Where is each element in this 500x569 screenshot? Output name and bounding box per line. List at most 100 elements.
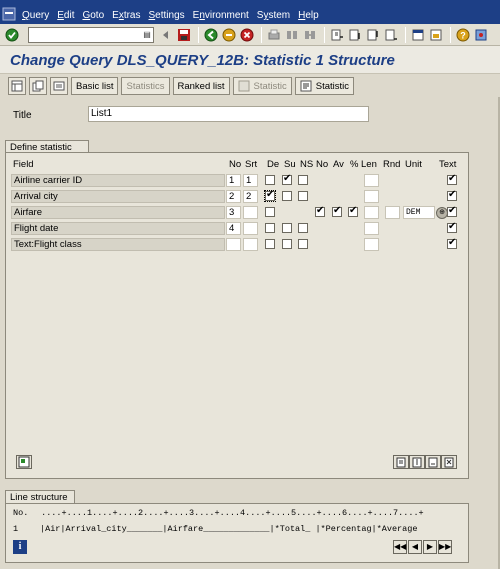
menu-goto[interactable]: Goto bbox=[82, 10, 104, 21]
column-ruler: ....+....1....+....2....+....3....+....4… bbox=[36, 508, 424, 518]
title-input[interactable]: List1 bbox=[88, 106, 369, 122]
field-row-label: Text:Flight class bbox=[11, 238, 225, 251]
line-number: 1 bbox=[13, 524, 19, 534]
statistic-disabled-label: Statistic bbox=[253, 80, 287, 92]
statistic-label: Statistic bbox=[315, 80, 350, 92]
av-checkbox[interactable] bbox=[332, 205, 342, 217]
help-icon[interactable]: ? bbox=[455, 27, 471, 43]
statistic-button[interactable]: Statistic bbox=[294, 77, 355, 95]
delete-row-button[interactable] bbox=[441, 455, 457, 469]
len-input[interactable] bbox=[364, 222, 379, 235]
text-checkbox[interactable] bbox=[447, 221, 457, 233]
text-checkbox[interactable] bbox=[447, 189, 457, 201]
scroll-first-button[interactable]: ◀◀ bbox=[393, 540, 407, 554]
text-checkbox[interactable] bbox=[447, 237, 457, 249]
info-icon[interactable]: i bbox=[13, 540, 27, 554]
select-fields-button[interactable] bbox=[16, 455, 32, 469]
move-up-button[interactable] bbox=[409, 455, 425, 469]
no-input[interactable]: 2 bbox=[226, 190, 241, 203]
menu-edit[interactable]: Edit bbox=[57, 10, 74, 21]
previous-page-icon[interactable] bbox=[347, 27, 363, 43]
statistics-button[interactable]: Statistics bbox=[121, 77, 170, 95]
ns-checkbox[interactable] bbox=[298, 175, 308, 185]
move-down-button[interactable] bbox=[425, 455, 441, 469]
exit-icon[interactable] bbox=[221, 27, 237, 43]
first-page-icon[interactable] bbox=[329, 27, 345, 43]
de-checkbox[interactable] bbox=[265, 175, 275, 185]
field-selection-icon[interactable] bbox=[50, 77, 68, 95]
ns-checkbox[interactable] bbox=[298, 191, 308, 201]
de-checkbox[interactable] bbox=[264, 189, 276, 202]
scroll-left-button[interactable]: ◀ bbox=[408, 540, 422, 554]
srt-input[interactable]: 2 bbox=[243, 190, 258, 203]
menu-environment[interactable]: Environment bbox=[193, 10, 249, 21]
no-checkbox[interactable] bbox=[315, 205, 325, 217]
cancel-icon[interactable] bbox=[239, 27, 255, 43]
back-icon[interactable] bbox=[203, 27, 219, 43]
menu-settings[interactable]: Settings bbox=[149, 10, 185, 21]
application-toolbar: Basic list Statistics Ranked list Statis… bbox=[0, 75, 500, 97]
su-checkbox[interactable] bbox=[282, 239, 292, 249]
ruler-label: No. bbox=[13, 508, 29, 518]
no-input[interactable] bbox=[226, 238, 241, 251]
header-field: Field bbox=[13, 159, 34, 170]
command-field[interactable]: ▤ bbox=[28, 26, 154, 43]
delete-row-icon bbox=[444, 457, 454, 468]
ranked-list-button[interactable]: Ranked list bbox=[172, 77, 230, 95]
ns-checkbox[interactable] bbox=[298, 239, 308, 249]
menu-system[interactable]: System bbox=[257, 10, 290, 21]
menu-help[interactable]: Help bbox=[298, 10, 319, 21]
su-checkbox[interactable] bbox=[282, 173, 292, 185]
field-row-label: Airfare bbox=[11, 206, 225, 219]
layout-icon[interactable] bbox=[8, 77, 26, 95]
next-page-icon[interactable] bbox=[365, 27, 381, 43]
no-input[interactable]: 4 bbox=[226, 222, 241, 235]
shortcut-icon[interactable] bbox=[428, 27, 444, 43]
de-checkbox[interactable] bbox=[265, 223, 275, 233]
basic-list-button[interactable]: Basic list bbox=[71, 77, 119, 95]
enter-icon[interactable] bbox=[4, 27, 20, 43]
ns-checkbox[interactable] bbox=[298, 223, 308, 233]
no-input[interactable]: 3 bbox=[226, 206, 241, 219]
field-row-label: Arrival city bbox=[11, 190, 225, 203]
srt-input[interactable] bbox=[243, 222, 258, 235]
percent-checkbox[interactable] bbox=[348, 205, 358, 217]
su-checkbox[interactable] bbox=[282, 191, 292, 201]
insert-row-button[interactable] bbox=[393, 455, 409, 469]
no-input[interactable]: 1 bbox=[226, 174, 241, 187]
srt-input[interactable] bbox=[243, 206, 258, 219]
move-up-icon bbox=[412, 457, 422, 468]
unit-input[interactable]: DEM bbox=[403, 206, 435, 219]
scroll-last-button[interactable]: ▶▶ bbox=[438, 540, 452, 554]
system-menu-icon[interactable] bbox=[2, 7, 16, 21]
len-input[interactable] bbox=[364, 238, 379, 251]
create-session-icon[interactable] bbox=[410, 27, 426, 43]
command-history-icon[interactable]: ▤ bbox=[142, 29, 152, 41]
back-arrow-icon[interactable] bbox=[158, 27, 174, 43]
scroll-right-button[interactable]: ▶ bbox=[423, 540, 437, 554]
len-input[interactable] bbox=[364, 190, 379, 203]
find-next-icon[interactable] bbox=[302, 27, 318, 43]
menu-extras[interactable]: Extras bbox=[112, 10, 140, 21]
save-icon[interactable] bbox=[176, 27, 192, 43]
srt-input[interactable] bbox=[243, 238, 258, 251]
move-down-icon bbox=[428, 457, 438, 468]
de-checkbox[interactable] bbox=[265, 207, 275, 217]
text-checkbox[interactable] bbox=[447, 205, 457, 217]
su-checkbox[interactable] bbox=[282, 223, 292, 233]
customize-layout-icon[interactable] bbox=[473, 27, 489, 43]
menu-query[interactable]: Query bbox=[22, 10, 49, 21]
len-input[interactable] bbox=[364, 174, 379, 187]
rnd-input[interactable] bbox=[385, 206, 400, 219]
len-input[interactable] bbox=[364, 206, 379, 219]
statistic-disabled-button[interactable]: Statistic bbox=[232, 77, 292, 95]
header-unit: Unit bbox=[405, 159, 422, 170]
field-row-label: Flight date bbox=[11, 222, 225, 235]
de-checkbox[interactable] bbox=[265, 239, 275, 249]
srt-input[interactable]: 1 bbox=[243, 174, 258, 187]
text-checkbox[interactable] bbox=[447, 173, 457, 185]
last-page-icon[interactable] bbox=[383, 27, 399, 43]
find-icon[interactable] bbox=[284, 27, 300, 43]
copy-icon[interactable] bbox=[29, 77, 47, 95]
print-icon[interactable] bbox=[266, 27, 282, 43]
